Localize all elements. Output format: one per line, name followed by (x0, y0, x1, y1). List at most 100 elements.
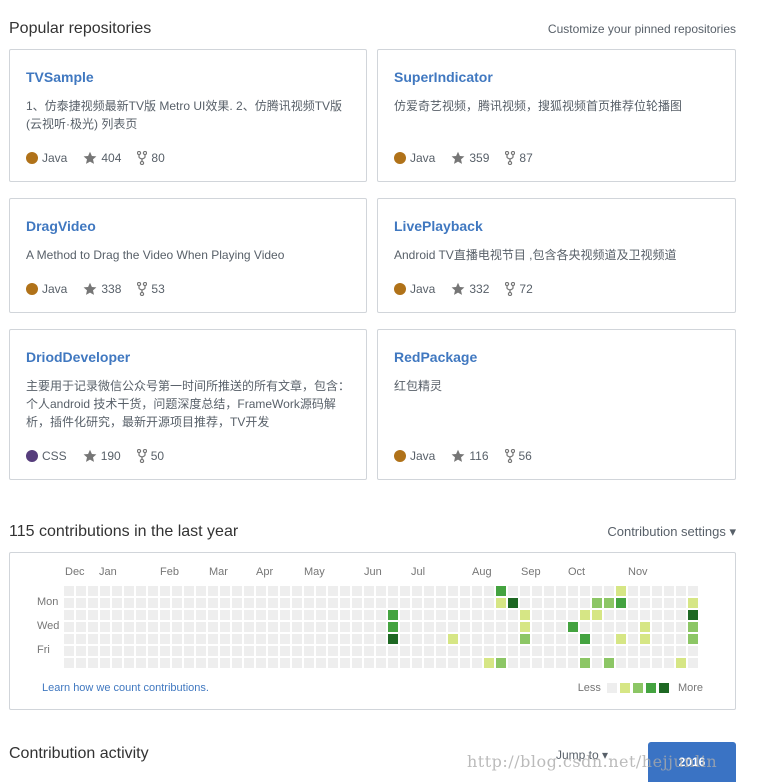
contribution-day[interactable] (112, 646, 122, 656)
contribution-day[interactable] (652, 658, 662, 668)
contribution-day[interactable] (256, 646, 266, 656)
contribution-day[interactable] (160, 610, 170, 620)
contribution-day[interactable] (568, 598, 578, 608)
contribution-day[interactable] (280, 634, 290, 644)
contribution-day[interactable] (640, 658, 650, 668)
contribution-day[interactable] (460, 622, 470, 632)
contribution-day[interactable] (628, 634, 638, 644)
contribution-day[interactable] (136, 598, 146, 608)
contribution-day[interactable] (172, 610, 182, 620)
contribution-day[interactable] (88, 658, 98, 668)
contribution-day[interactable] (148, 646, 158, 656)
contribution-day[interactable] (400, 646, 410, 656)
contribution-day[interactable] (532, 646, 542, 656)
contribution-day[interactable] (448, 634, 458, 644)
contribution-day[interactable] (88, 610, 98, 620)
contribution-day[interactable] (400, 634, 410, 644)
repo-stars-link[interactable]: 338 (83, 282, 121, 296)
contribution-day[interactable] (64, 646, 74, 656)
contribution-day[interactable] (208, 658, 218, 668)
contribution-day[interactable] (592, 586, 602, 596)
contribution-day[interactable] (172, 634, 182, 644)
contribution-day[interactable] (436, 658, 446, 668)
contribution-day[interactable] (556, 598, 566, 608)
contribution-day[interactable] (112, 586, 122, 596)
contribution-day[interactable] (196, 586, 206, 596)
contribution-day[interactable] (364, 658, 374, 668)
contribution-day[interactable] (640, 598, 650, 608)
contribution-day[interactable] (64, 610, 74, 620)
contribution-day[interactable] (424, 658, 434, 668)
contribution-day[interactable] (592, 622, 602, 632)
contribution-day[interactable] (580, 634, 590, 644)
contribution-day[interactable] (232, 658, 242, 668)
contribution-day[interactable] (124, 646, 134, 656)
repo-forks-link[interactable]: 56 (504, 449, 532, 463)
contribution-day[interactable] (340, 598, 350, 608)
contribution-day[interactable] (556, 622, 566, 632)
contribution-day[interactable] (544, 646, 554, 656)
contribution-day[interactable] (580, 586, 590, 596)
contribution-day[interactable] (652, 598, 662, 608)
contribution-day[interactable] (532, 634, 542, 644)
contribution-day[interactable] (460, 646, 470, 656)
repo-forks-link[interactable]: 53 (137, 282, 165, 296)
contribution-day[interactable] (436, 586, 446, 596)
contribution-day[interactable] (304, 658, 314, 668)
contribution-day[interactable] (664, 586, 674, 596)
contribution-day[interactable] (88, 634, 98, 644)
contribution-day[interactable] (496, 610, 506, 620)
contribution-day[interactable] (268, 610, 278, 620)
contribution-day[interactable] (340, 658, 350, 668)
contribution-day[interactable] (400, 622, 410, 632)
contribution-day[interactable] (316, 598, 326, 608)
contribution-day[interactable] (124, 622, 134, 632)
contribution-day[interactable] (664, 610, 674, 620)
contribution-day[interactable] (412, 622, 422, 632)
contribution-day[interactable] (244, 658, 254, 668)
contribution-day[interactable] (316, 586, 326, 596)
contribution-day[interactable] (112, 658, 122, 668)
contribution-day[interactable] (628, 646, 638, 656)
contribution-day[interactable] (292, 658, 302, 668)
contribution-day[interactable] (304, 610, 314, 620)
contribution-day[interactable] (244, 598, 254, 608)
contribution-day[interactable] (568, 586, 578, 596)
repo-forks-link[interactable]: 87 (505, 151, 533, 165)
contribution-day[interactable] (688, 610, 698, 620)
contribution-day[interactable] (628, 586, 638, 596)
contribution-day[interactable] (628, 598, 638, 608)
contribution-day[interactable] (496, 646, 506, 656)
contribution-day[interactable] (364, 622, 374, 632)
contribution-day[interactable] (148, 586, 158, 596)
contribution-day[interactable] (352, 646, 362, 656)
contribution-day[interactable] (376, 658, 386, 668)
contribution-day[interactable] (268, 622, 278, 632)
contribution-day[interactable] (604, 658, 614, 668)
contribution-day[interactable] (172, 646, 182, 656)
contribution-day[interactable] (88, 646, 98, 656)
customize-pins-link[interactable]: Customize your pinned repositories (548, 22, 736, 36)
contribution-day[interactable] (340, 586, 350, 596)
contribution-day[interactable] (532, 622, 542, 632)
contribution-day[interactable] (76, 658, 86, 668)
contribution-day[interactable] (172, 598, 182, 608)
contribution-day[interactable] (448, 598, 458, 608)
contribution-day[interactable] (364, 646, 374, 656)
contribution-day[interactable] (592, 658, 602, 668)
contribution-day[interactable] (388, 586, 398, 596)
contribution-day[interactable] (580, 646, 590, 656)
contribution-day[interactable] (124, 610, 134, 620)
contribution-day[interactable] (328, 658, 338, 668)
contribution-day[interactable] (292, 598, 302, 608)
contribution-day[interactable] (208, 646, 218, 656)
contribution-day[interactable] (100, 646, 110, 656)
contribution-day[interactable] (376, 598, 386, 608)
repo-stars-link[interactable]: 190 (83, 449, 121, 463)
contribution-day[interactable] (664, 646, 674, 656)
contribution-day[interactable] (688, 598, 698, 608)
contribution-day[interactable] (340, 610, 350, 620)
contribution-day[interactable] (172, 586, 182, 596)
contribution-day[interactable] (556, 610, 566, 620)
contribution-day[interactable] (328, 634, 338, 644)
